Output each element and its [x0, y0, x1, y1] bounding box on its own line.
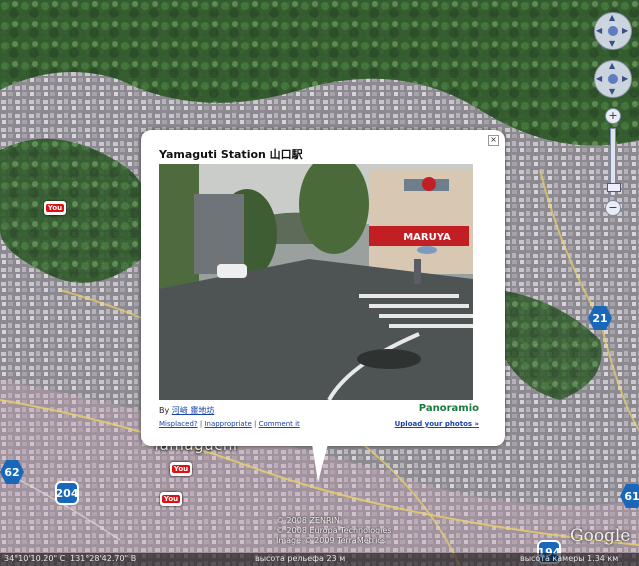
youtube-icon[interactable]: You — [44, 201, 66, 215]
arrow-right-icon: ▶ — [622, 26, 629, 35]
balloon-links: Misplaced? | Inappropriate | Comment it — [159, 420, 300, 428]
zoom-slider[interactable] — [607, 128, 621, 196]
youtube-icon[interactable]: You — [170, 462, 192, 476]
arrow-up-icon: ▲ — [609, 13, 616, 22]
status-bar: 34°10'10.20" С 131°28'42.70" В высота ре… — [0, 553, 639, 566]
hand-icon — [608, 74, 618, 84]
balloon-tail — [312, 444, 328, 482]
inappropriate-link[interactable]: Inappropriate — [204, 420, 251, 428]
arrow-left-icon: ◀ — [596, 26, 603, 35]
zoom-out-button[interactable]: − — [605, 200, 621, 216]
upload-photos-link[interactable]: Upload your photos » — [395, 420, 479, 428]
photo-author: By 河﨑 靈地坊 — [159, 406, 215, 415]
author-link[interactable]: 河﨑 靈地坊 — [172, 406, 215, 415]
arrow-right-icon: ▶ — [622, 74, 629, 83]
comment-link[interactable]: Comment it — [259, 420, 300, 428]
youtube-icon[interactable]: You — [160, 492, 182, 506]
google-logo: Google — [570, 526, 631, 546]
balloon-title: Yamaguti Station 山口駅 — [159, 148, 303, 161]
route-204-shield: 204 — [55, 481, 79, 505]
arrow-down-icon: ▼ — [609, 87, 616, 96]
arrow-up-icon: ▲ — [609, 61, 616, 70]
imagery-copyright: © 2008 ZENRIN © 2008 Europa Technologies… — [276, 516, 392, 545]
look-ring[interactable]: ▲ ▼ ◀ ▶ — [594, 12, 632, 50]
zoom-in-button[interactable]: + — [605, 108, 621, 124]
panoramio-logo[interactable]: Panoramio — [419, 403, 479, 414]
close-icon[interactable]: × — [488, 135, 499, 146]
arrow-down-icon: ▼ — [609, 39, 616, 48]
navigation-controls: ▲ ▼ ◀ ▶ ▲ ▼ ◀ ▶ + − — [593, 12, 633, 216]
store-sign: MARUYA — [403, 232, 451, 243]
elevation-readout: высота рельефа 23 м — [255, 554, 346, 563]
latitude-readout: 34°10'10.20" С — [4, 554, 66, 563]
photo-balloon: × Yamaguti Station 山口駅 MARUYA By 河﨑 靈地坊 … — [141, 130, 505, 446]
street-photo[interactable]: MARUYA — [159, 164, 473, 400]
longitude-readout: 131°28'42.70" В — [70, 554, 137, 563]
street-photo-image: MARUYA — [159, 164, 473, 400]
eye-altitude-readout: высота камеры 1.34 км — [520, 554, 619, 563]
eye-icon — [608, 26, 618, 36]
move-ring[interactable]: ▲ ▼ ◀ ▶ — [594, 60, 632, 98]
misplaced-link[interactable]: Misplaced? — [159, 420, 198, 428]
arrow-left-icon: ◀ — [596, 74, 603, 83]
zoom-slider-thumb[interactable] — [607, 183, 621, 192]
